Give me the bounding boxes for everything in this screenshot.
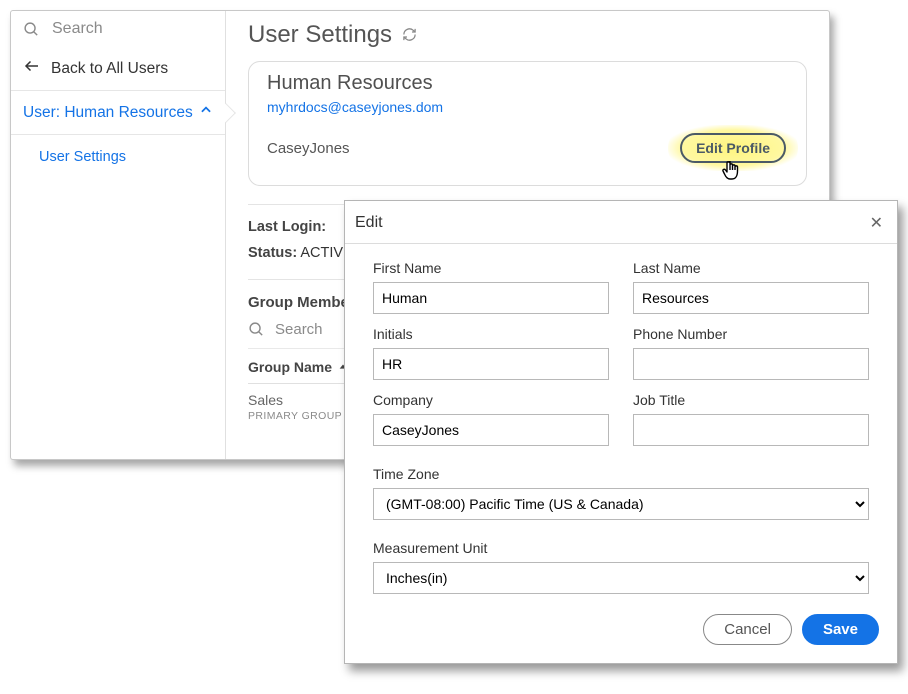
group-search-placeholder: Search [275, 321, 323, 338]
job-title-input[interactable] [633, 414, 869, 446]
col-group-name: Group Name [248, 359, 332, 375]
search-icon [248, 321, 265, 338]
sidebar-search[interactable] [11, 11, 225, 47]
arrow-left-icon [23, 57, 41, 80]
profile-card: Human Resources myhrdocs@caseyjones.dom … [248, 61, 807, 186]
modal-footer: Cancel Save [345, 600, 897, 663]
page-title: User Settings [248, 21, 807, 49]
last-login-label: Last Login: [248, 219, 326, 235]
edit-profile-wrap: Edit Profile [680, 133, 786, 163]
status-label: Status: [248, 245, 297, 261]
profile-company: CaseyJones [267, 140, 350, 157]
first-name-input[interactable] [373, 282, 609, 314]
edit-profile-modal: Edit ✕ First Name Last Name Initials Pho… [344, 200, 898, 664]
measurement-unit-label: Measurement Unit [373, 540, 869, 556]
sidebar-user-label: User: Human Resources [23, 104, 193, 122]
save-button[interactable]: Save [802, 614, 879, 645]
pointer-cursor-icon [721, 159, 745, 191]
close-icon[interactable]: ✕ [870, 213, 883, 233]
chevron-up-icon [199, 103, 213, 122]
search-icon [23, 21, 40, 38]
sidebar: Back to All Users User: Human Resources … [11, 11, 226, 459]
time-zone-select[interactable]: (GMT-08:00) Pacific Time (US & Canada) [373, 488, 869, 520]
company-label: Company [373, 392, 609, 408]
sidebar-user-item[interactable]: User: Human Resources [11, 91, 225, 135]
sidebar-search-input[interactable] [50, 19, 213, 39]
phone-input[interactable] [633, 348, 869, 380]
last-name-label: Last Name [633, 260, 869, 276]
job-title-label: Job Title [633, 392, 869, 408]
modal-header: Edit ✕ [345, 203, 897, 244]
refresh-icon[interactable] [402, 21, 417, 49]
back-label: Back to All Users [51, 60, 168, 78]
profile-email[interactable]: myhrdocs@caseyjones.dom [267, 99, 786, 115]
profile-name: Human Resources [267, 72, 786, 95]
modal-title: Edit [355, 214, 383, 232]
modal-body: First Name Last Name Initials Phone Numb… [345, 244, 897, 600]
phone-label: Phone Number [633, 326, 869, 342]
last-name-input[interactable] [633, 282, 869, 314]
initials-label: Initials [373, 326, 609, 342]
time-zone-label: Time Zone [373, 466, 869, 482]
sidebar-subitem-user-settings[interactable]: User Settings [11, 135, 225, 179]
back-to-users[interactable]: Back to All Users [11, 47, 225, 91]
page-title-text: User Settings [248, 21, 392, 49]
initials-input[interactable] [373, 348, 609, 380]
first-name-label: First Name [373, 260, 609, 276]
company-input[interactable] [373, 414, 609, 446]
measurement-unit-select[interactable]: Inches(in) [373, 562, 869, 594]
cancel-button[interactable]: Cancel [703, 614, 792, 645]
